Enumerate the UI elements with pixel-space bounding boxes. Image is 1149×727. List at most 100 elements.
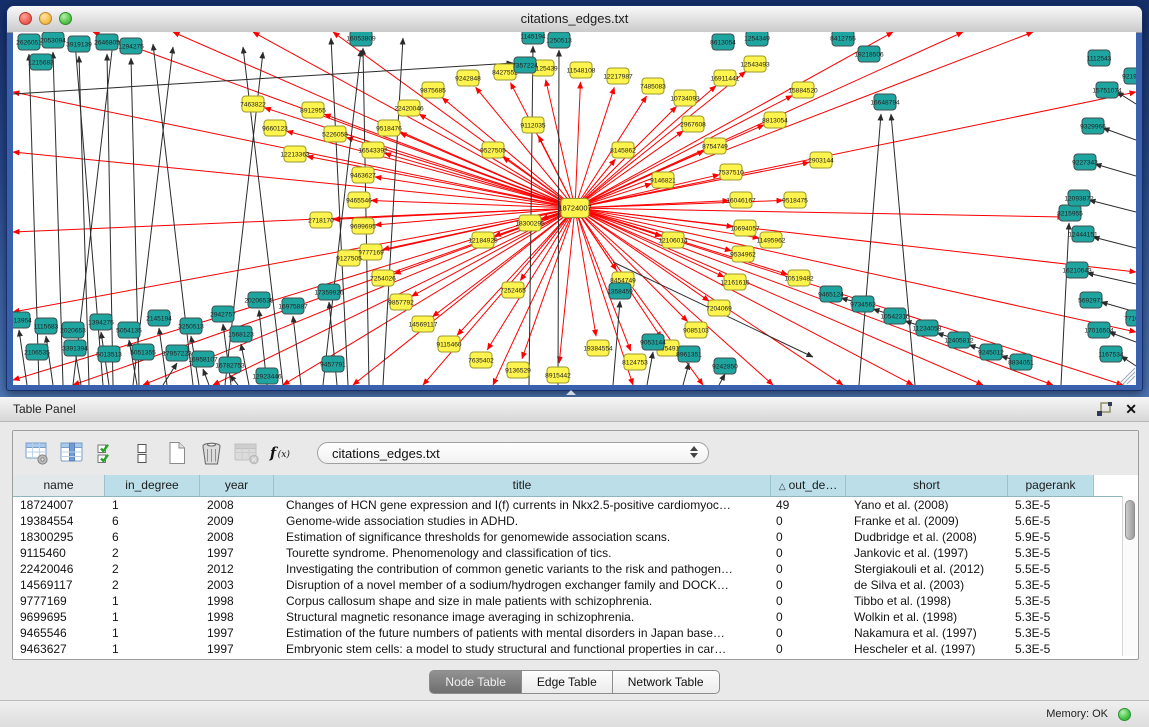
- graph-node[interactable]: 9875685: [420, 82, 446, 98]
- graph-node[interactable]: 8754749: [702, 138, 728, 154]
- new-column-icon[interactable]: [163, 440, 190, 467]
- table-row[interactable]: 969969511998Structural magnetic resonanc…: [13, 609, 1138, 625]
- graph-node[interactable]: 9242850: [712, 358, 738, 374]
- graph-node[interactable]: 16543392: [358, 142, 388, 158]
- graph-node[interactable]: 12106014: [658, 232, 688, 248]
- graph-node[interactable]: 9527505: [480, 142, 506, 158]
- graph-node[interactable]: 2942757: [210, 306, 236, 322]
- graph-node[interactable]: 19384554: [583, 340, 613, 356]
- graph-node[interactable]: 9660123: [262, 120, 288, 136]
- graph-node[interactable]: 1112543: [1087, 50, 1112, 66]
- graph-node[interactable]: 8915442: [545, 367, 571, 383]
- graph-node[interactable]: 18724007: [558, 199, 591, 218]
- graph-node[interactable]: 8912955: [300, 102, 326, 118]
- column-header-year[interactable]: year: [200, 475, 274, 496]
- graph-node[interactable]: 12093872: [1064, 190, 1094, 206]
- graph-node[interactable]: 11495962: [757, 232, 786, 248]
- graph-node[interactable]: 9085103: [683, 322, 709, 338]
- graph-node[interactable]: 9112035: [520, 117, 546, 133]
- graph-node[interactable]: 8961351: [676, 346, 702, 362]
- column-header-indegree[interactable]: in_degree: [105, 475, 200, 496]
- graph-node[interactable]: 12923446: [252, 368, 282, 384]
- resize-grip-icon[interactable]: [1119, 368, 1135, 384]
- network-window[interactable]: citations_edges.txt 9242848 8427552 1212…: [6, 5, 1143, 391]
- function-builder-icon[interactable]: f (x): [268, 440, 295, 467]
- graph-node[interactable]: 8813054: [762, 112, 788, 128]
- column-header-name[interactable]: name: [13, 475, 105, 496]
- graph-node[interactable]: 9465124: [818, 286, 844, 302]
- graph-node[interactable]: 9146821: [650, 172, 676, 188]
- graph-node[interactable]: 9227343: [1072, 154, 1098, 170]
- tab-edge-table[interactable]: Edge Table: [522, 670, 613, 694]
- table-row[interactable]: 911546021997Tourette syndrome. Phenomeno…: [13, 545, 1138, 561]
- graph-node[interactable]: 16210643: [1062, 262, 1092, 278]
- graph-node[interactable]: 8215955: [1057, 205, 1083, 221]
- citation-network-graph[interactable]: 9242848 8427552 12125439 11548108 122179…: [13, 32, 1136, 385]
- graph-node[interactable]: 9518475: [782, 192, 808, 208]
- show-columns-icon[interactable]: [58, 440, 85, 467]
- graph-node[interactable]: 12184925: [468, 232, 498, 248]
- graph-node[interactable]: 7537510: [718, 164, 744, 180]
- graph-node[interactable]: 7252465: [500, 282, 526, 298]
- graph-node[interactable]: 5013513: [96, 346, 122, 362]
- column-header-title[interactable]: title: [274, 475, 771, 496]
- graph-node[interactable]: 3919139: [66, 36, 92, 52]
- graph-node[interactable]: 7204069: [706, 300, 732, 316]
- graph-node[interactable]: 9857792: [388, 294, 414, 310]
- graph-node[interactable]: 12444151: [1068, 226, 1098, 242]
- graph-node[interactable]: 1294275: [118, 38, 144, 54]
- graph-node[interactable]: 12213363: [280, 146, 310, 162]
- graph-node[interactable]: 16958107: [188, 351, 218, 367]
- graph-node[interactable]: 5054135: [116, 322, 142, 338]
- graph-node[interactable]: 9463627: [350, 167, 376, 183]
- graph-node[interactable]: 8412755: [830, 32, 856, 46]
- graph-node[interactable]: 8613054: [710, 34, 736, 50]
- graph-node[interactable]: 9245012: [978, 344, 1004, 360]
- graph-node[interactable]: 9115460: [436, 336, 462, 352]
- graph-node[interactable]: 16911441: [711, 70, 740, 86]
- graph-node[interactable]: 7485083: [640, 78, 666, 94]
- graph-node[interactable]: 3250513: [178, 318, 204, 334]
- tab-node-table[interactable]: Node Table: [429, 670, 522, 694]
- graph-node[interactable]: 2106535: [24, 344, 50, 360]
- graph-node[interactable]: 9053144: [640, 334, 666, 350]
- graph-node[interactable]: 7710632: [1124, 310, 1136, 326]
- graph-node[interactable]: 10694057: [730, 220, 760, 236]
- graph-node[interactable]: 9329966: [1080, 118, 1106, 134]
- graph-node[interactable]: 9136529: [505, 362, 531, 378]
- graph-node[interactable]: 17016504: [1084, 322, 1114, 338]
- unselect-columns-icon[interactable]: [128, 440, 155, 467]
- graph-node[interactable]: 7463822: [240, 96, 266, 112]
- graph-node[interactable]: 9518476: [376, 120, 402, 136]
- table-row[interactable]: 946362711997Embryonic stem cells: a mode…: [13, 641, 1138, 657]
- graph-node[interactable]: 9734562: [850, 296, 876, 312]
- close-panel-icon[interactable]: ✕: [1125, 397, 1137, 421]
- column-header-short[interactable]: short: [846, 475, 1008, 496]
- delete-table-icon[interactable]: [233, 440, 260, 467]
- graph-node[interactable]: 17359926: [314, 284, 344, 300]
- graph-node[interactable]: 22420046: [394, 100, 424, 116]
- column-header-outde[interactable]: △out_de…: [771, 475, 846, 496]
- graph-node[interactable]: 11234058: [913, 320, 942, 336]
- graph-node[interactable]: 16648794: [870, 94, 900, 110]
- tab-network-table[interactable]: Network Table: [613, 670, 720, 694]
- graph-node[interactable]: 3391394: [62, 340, 88, 356]
- graph-node[interactable]: 2646805: [94, 34, 120, 50]
- graph-node[interactable]: 3913954: [13, 312, 32, 328]
- graph-node[interactable]: 15884520: [788, 82, 818, 98]
- graph-node[interactable]: 19218506: [854, 46, 884, 62]
- graph-node[interactable]: 2903144: [808, 152, 834, 168]
- graph-node[interactable]: 1394275: [88, 314, 114, 330]
- graph-node[interactable]: 12405812: [944, 332, 974, 348]
- graph-node[interactable]: 18300295: [515, 215, 545, 231]
- graph-node[interactable]: 16782753: [215, 357, 245, 373]
- graph-node[interactable]: 1568123: [228, 326, 254, 342]
- column-header-pagerank[interactable]: pagerank: [1008, 475, 1094, 496]
- table-mode-icon[interactable]: [23, 440, 50, 467]
- select-all-columns-icon[interactable]: [93, 440, 120, 467]
- graph-node[interactable]: 9699695: [350, 218, 376, 234]
- graph-node[interactable]: 9219506: [1122, 68, 1136, 84]
- graph-node[interactable]: 10734093: [670, 90, 700, 106]
- network-canvas[interactable]: 9242848 8427552 12125439 11548108 122179…: [13, 32, 1136, 385]
- graph-node[interactable]: 9534962: [730, 246, 756, 262]
